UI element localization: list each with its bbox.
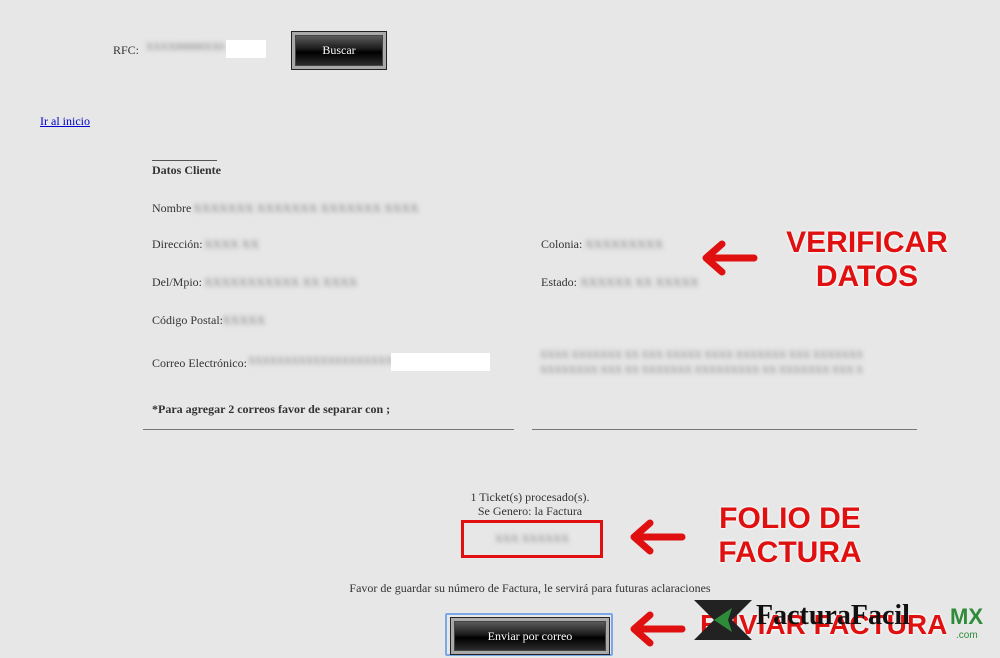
delmpio-value: XXXXXXXXXXX XX XXXX: [204, 275, 358, 289]
colonia-label: Colonia:: [541, 237, 583, 251]
delmpio-label: Del/Mpio:: [152, 275, 202, 289]
side-info-line-1: XXXX XXXXXXX XX XXX XXXXX XXXX XXXXXXX X…: [540, 350, 862, 361]
logo-domain-text: .com: [956, 630, 978, 641]
facturafacil-logo: FacturaFacil MX .com: [692, 596, 992, 646]
save-note: Favor de guardar su número de Factura, l…: [349, 581, 711, 595]
side-info-text: XXXX XXXXXXX XX XXX XXXXX XXXX XXXXXXX X…: [540, 348, 862, 378]
cp-value: XXXXX: [222, 313, 266, 327]
logo-mx-text: MX: [950, 604, 983, 629]
colonia-value: XXXXXXXXX: [585, 237, 663, 251]
section-title: Datos Cliente: [152, 163, 221, 177]
rfc-label: RFC:: [113, 43, 140, 57]
estado-value: XXXXXX XX XXXXX: [580, 275, 699, 289]
section-title-rule: [152, 160, 217, 161]
email-input[interactable]: XXXXXXXXXXXXXXXXXXXXX.XXX: [246, 353, 490, 371]
rfc-input-box[interactable]: [226, 40, 266, 58]
arrow-left-icon: [630, 519, 686, 555]
logo-brand-text: FacturaFacil: [756, 600, 910, 631]
rfc-value: XXXX000000XX0: [146, 42, 225, 53]
generated-text: Se Genero: la Factura: [477, 504, 583, 518]
arrow-left-icon: [630, 611, 686, 647]
processed-text: 1 Ticket(s) procesado(s).: [470, 490, 590, 504]
arrow-left-icon: [702, 240, 758, 276]
rfc-input[interactable]: XXXX000000XX0: [144, 40, 266, 58]
verify-annotation-line-2: DATOS: [815, 260, 919, 293]
divider-right: [532, 429, 917, 430]
email-label: Correo Electrónico:: [152, 356, 247, 370]
divider-left: [143, 429, 514, 430]
email-note: *Para agregar 2 correos favor de separar…: [152, 402, 391, 416]
direccion-label: Dirección:: [152, 237, 203, 251]
folio-value: XXX XXXXXX: [494, 533, 570, 545]
email-input-box[interactable]: [391, 353, 490, 371]
estado-label: Estado:: [541, 275, 577, 289]
folio-annotation-line-1: FOLIO DE: [719, 502, 861, 535]
nombre-label: Nombre: [152, 201, 192, 215]
side-info-line-2: XXXXXXXX XXX XX XXXXXXX XXXXXXXXX XX XXX…: [540, 365, 862, 376]
folio-highlight-box: XXX XXXXXX: [461, 520, 603, 558]
verify-annotation-line-1: VERIFICAR: [786, 226, 948, 259]
logo-mark-icon: [694, 600, 752, 640]
folio-annotation: FOLIO DE FACTURA: [705, 502, 875, 570]
direccion-value: XXXX XX: [204, 237, 259, 251]
home-link[interactable]: Ir al inicio: [40, 114, 90, 129]
nombre-value: XXXXXXX XXXXXXX XXXXXXX XXXX: [193, 201, 419, 215]
result-block: 1 Ticket(s) procesado(s). Se Genero: la …: [380, 490, 680, 518]
cp-label: Código Postal:: [152, 313, 224, 327]
folio-annotation-line-2: FACTURA: [718, 536, 862, 569]
verify-annotation: VERIFICAR DATOS: [782, 226, 952, 294]
send-email-button[interactable]: Enviar por correo: [450, 617, 610, 655]
buscar-button[interactable]: Buscar: [291, 31, 387, 70]
